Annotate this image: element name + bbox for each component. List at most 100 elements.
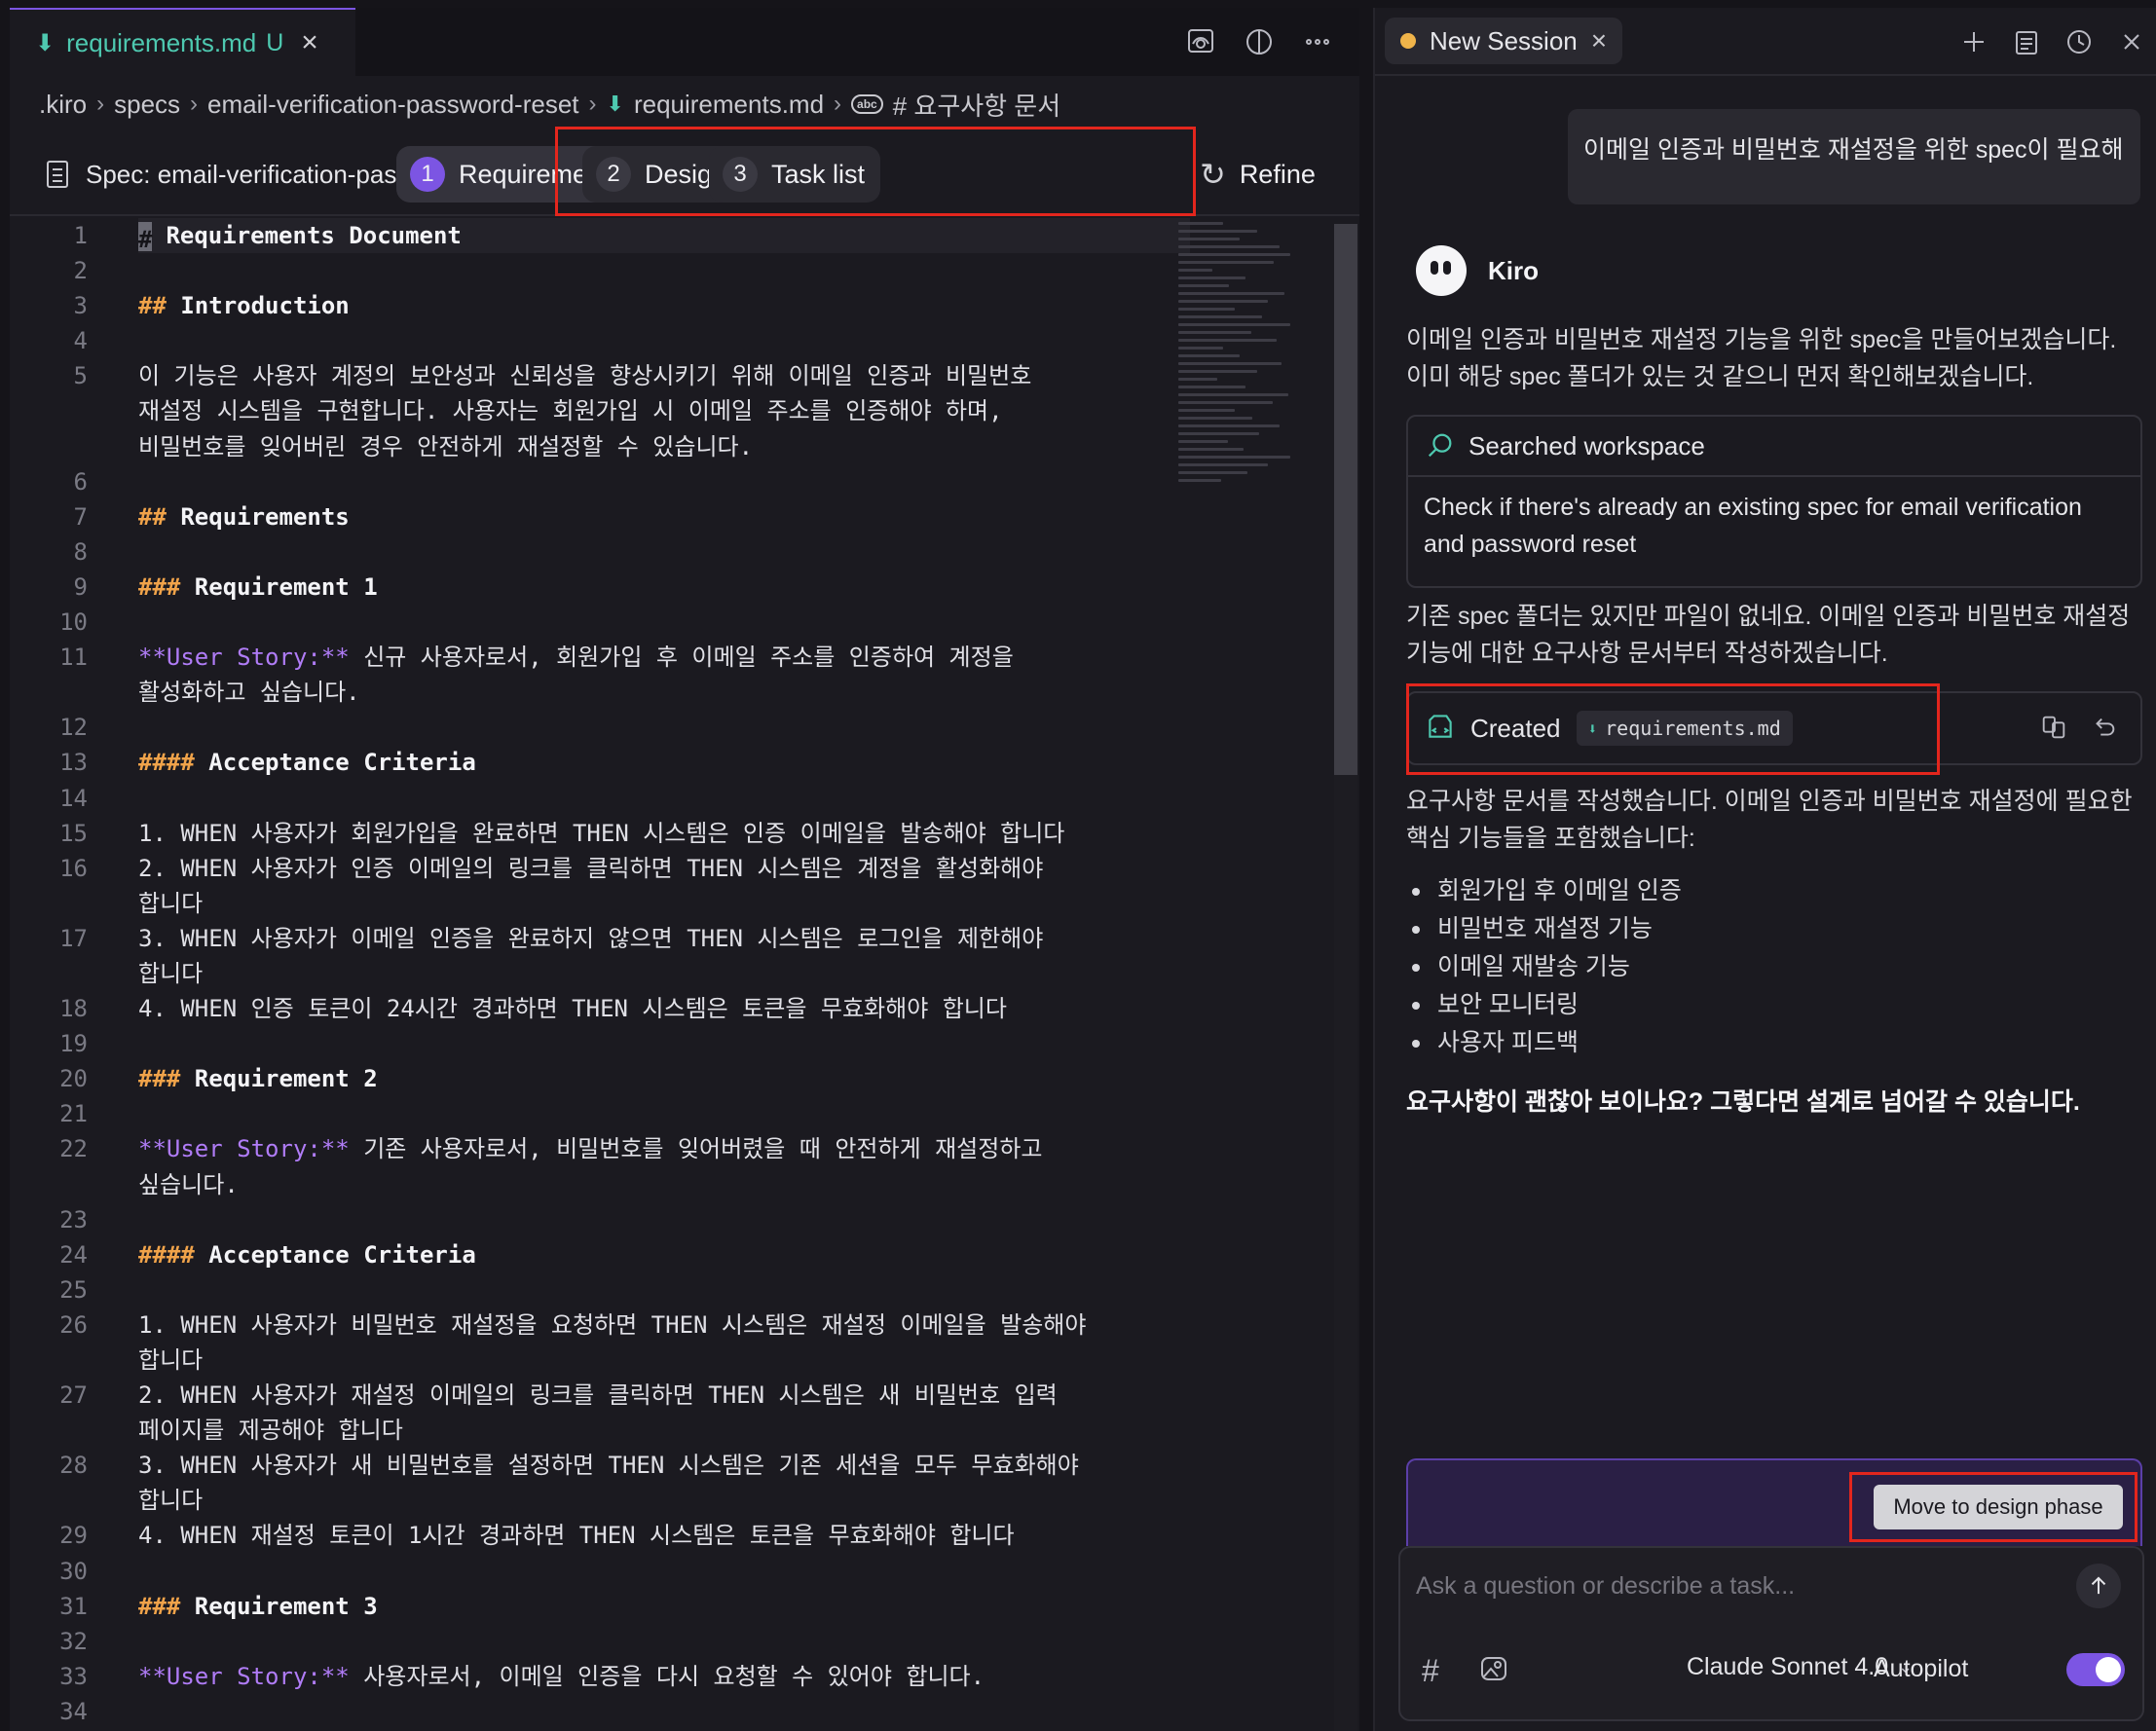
code-line: 11 **User Story:** 신규 사용자로서, 회원가입 후 이메일 주… — [10, 640, 1320, 675]
minimap[interactable] — [1178, 222, 1290, 524]
split-editor-icon[interactable] — [1243, 25, 1276, 58]
heading-text: Acceptance Criteria — [194, 749, 476, 777]
line-text: # Requirements Document — [138, 218, 462, 253]
image-attach-icon[interactable] — [1478, 1653, 1509, 1689]
line-text: ## Requirements — [138, 499, 350, 534]
chat-actions — [1957, 25, 2148, 58]
line-number — [10, 886, 88, 921]
breadcrumb-item[interactable]: requirements.md — [634, 90, 824, 120]
heading-marker: ## — [138, 502, 167, 531]
line-number: 3 — [73, 292, 88, 320]
tool-call-card[interactable]: Searched workspace Check if there's alre… — [1406, 415, 2142, 588]
code-area[interactable]: 1 # Requirements Document 2 3 ## Introductio… — [10, 218, 1320, 1731]
line-text: #### Acceptance Criteria — [138, 1237, 476, 1272]
session-tab[interactable]: New Session × — [1385, 18, 1623, 64]
chat-tab-bar: New Session × — [1375, 8, 2156, 76]
code-line: 20 ### Requirement 2 — [10, 1061, 1320, 1096]
code-line: 27 2. WHEN 사용자가 재설정 이메일의 링크를 클릭하면 THEN 시스… — [10, 1378, 1320, 1413]
list-item: 보안 모니터링 — [1406, 986, 2142, 1024]
heading-marker: ### — [138, 1592, 181, 1620]
line-number: 15 — [59, 819, 88, 847]
session-list-icon[interactable] — [2010, 25, 2043, 58]
symbol-string-icon: abc — [851, 94, 883, 114]
code-line: 활성화하고 싶습니다. — [10, 675, 1320, 710]
chevron-right-icon: › — [96, 91, 105, 117]
code-line: 33 **User Story:** 사용자로서, 이메일 인증을 다시 요청할 … — [10, 1659, 1320, 1694]
code-line: 24 #### Acceptance Criteria — [10, 1237, 1320, 1272]
line-number: 9 — [73, 572, 88, 601]
minimap-line — [1178, 222, 1223, 225]
file-tab-name: requirements.md — [66, 27, 257, 57]
minimap-line — [1178, 456, 1290, 459]
code-line: 31 ### Requirement 3 — [10, 1589, 1320, 1624]
more-actions-icon[interactable] — [1301, 25, 1334, 58]
close-panel-icon[interactable] — [2115, 25, 2148, 58]
tool-call-title: Searched workspace — [1468, 430, 1705, 460]
minimap-line — [1178, 308, 1235, 311]
new-session-icon[interactable] — [1957, 25, 1990, 58]
heading-marker: #### — [138, 749, 195, 777]
context-hash-button[interactable]: # — [1422, 1653, 1439, 1689]
refine-button[interactable]: ↻ Refine — [1200, 146, 1316, 203]
breadcrumb-item[interactable]: email-verification-password-reset — [207, 90, 578, 120]
document-icon — [47, 161, 68, 188]
code-line: 합니다 — [10, 1343, 1320, 1378]
code-line: 6 — [10, 464, 1320, 499]
user-message: 이메일 인증과 비밀번호 재설정을 위한 spec이 필요해 — [1568, 109, 2140, 204]
line-text: 비밀번호를 잊어버린 경우 안전하게 재설정할 수 있습니다. — [138, 432, 754, 460]
breadcrumb-item[interactable]: specs — [114, 90, 180, 120]
file-tab-requirements[interactable]: ⬇ requirements.md U × — [10, 8, 355, 76]
heading-marker: ### — [138, 572, 181, 601]
line-number — [10, 1413, 88, 1448]
user-story-text: 신규 사용자로서, 회원가입 후 이메일 주소를 인증하여 계정을 — [349, 644, 1014, 672]
close-tab-icon[interactable]: × — [301, 28, 318, 57]
line-number: 34 — [59, 1697, 88, 1725]
code-line: 29 4. WHEN 재설정 토큰이 1시간 경과하면 THEN 시스템은 토큰을… — [10, 1518, 1320, 1553]
line-number: 12 — [59, 714, 88, 742]
refine-label: Refine — [1239, 159, 1316, 189]
close-session-icon[interactable]: × — [1591, 25, 1607, 56]
markdown-file-icon: ⬇ — [35, 29, 56, 56]
line-text: 페이지를 제공해야 합니다 — [138, 1417, 403, 1445]
line-text: **User Story:** 신규 사용자로서, 회원가입 후 이메일 주소를… — [138, 640, 1014, 675]
history-icon[interactable] — [2063, 25, 2096, 58]
search-icon — [1428, 433, 1452, 458]
minimap-line — [1178, 393, 1288, 396]
preview-icon[interactable] — [1184, 25, 1217, 58]
autopilot-toggle[interactable] — [2066, 1653, 2125, 1686]
list-item: 비밀번호 재설정 기능 — [1406, 910, 2142, 948]
user-story-label: **User Story:** — [138, 644, 350, 672]
send-button[interactable] — [2076, 1564, 2121, 1608]
line-text: ## Introduction — [138, 288, 350, 323]
line-number: 20 — [59, 1065, 88, 1093]
line-number: 13 — [59, 749, 88, 777]
line-number: 33 — [59, 1662, 88, 1690]
minimap-line — [1178, 386, 1245, 388]
line-number: 17 — [59, 924, 88, 952]
line-text: 활성화하고 싶습니다. — [138, 679, 360, 707]
line-number: 27 — [59, 1381, 88, 1410]
chat-panel: New Session × 이메일 인증과 비밀번호 재설정을 위한 spec이… — [1373, 8, 2156, 1731]
breadcrumb-item[interactable]: # 요구사항 문서 — [893, 87, 1060, 123]
line-number: 32 — [59, 1627, 88, 1655]
code-line: 10 — [10, 605, 1320, 640]
breadcrumb-item[interactable]: .kiro — [39, 90, 87, 120]
compare-icon[interactable] — [2039, 713, 2068, 742]
code-line: 12 — [10, 710, 1320, 745]
line-number: 29 — [59, 1522, 88, 1550]
line-number: 10 — [59, 608, 88, 637]
line-text: **User Story:** 사용자로서, 이메일 인증을 다시 요청할 수 … — [138, 1659, 985, 1694]
code-line: 15 1. WHEN 사용자가 회원가입을 완료하면 THEN 시스템은 인증 이… — [10, 816, 1320, 851]
heading-text: Requirement 2 — [180, 1065, 378, 1093]
line-number: 11 — [59, 644, 88, 672]
heading-marker: ### — [138, 1065, 181, 1093]
line-text: 4. WHEN 재설정 토큰이 1시간 경과하면 THEN 시스템은 토큰을 무… — [138, 1522, 1015, 1550]
breadcrumb: .kiro › specs › email-verification-passw… — [39, 80, 1060, 129]
line-text: 3. WHEN 사용자가 이메일 인증을 완료하지 않으면 THEN 시스템은 … — [138, 924, 1044, 952]
scrollbar-thumb[interactable] — [1334, 224, 1357, 775]
revert-icon[interactable] — [2090, 713, 2119, 742]
arrow-up-icon — [2091, 1576, 2106, 1595]
highlight-box-move — [1849, 1472, 2137, 1542]
chat-input[interactable] — [1416, 1565, 2059, 1606]
line-text: #### Acceptance Criteria — [138, 745, 476, 780]
